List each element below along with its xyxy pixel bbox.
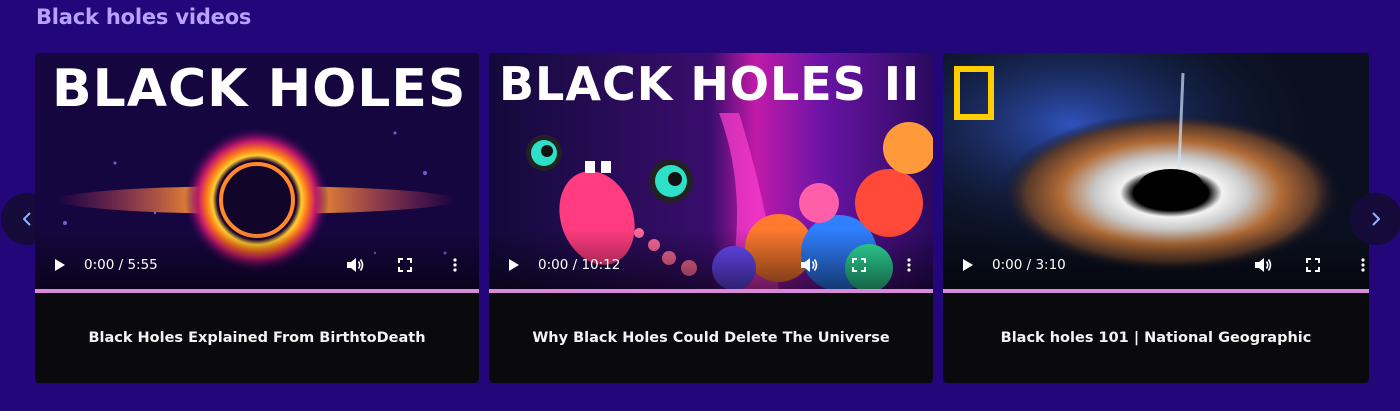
video-caption: Black holes 101 | National Geographic	[1000, 330, 1312, 346]
volume-button[interactable]	[800, 256, 818, 274]
video-caption: Why Black Holes Could Delete The Univers…	[532, 330, 890, 346]
fullscreen-icon	[398, 258, 412, 272]
fullscreen-icon	[1306, 258, 1320, 272]
video-time: 0:00 / 10:12	[538, 257, 621, 273]
thumbnail-title: BLACK HOLES II	[499, 57, 921, 111]
volume-icon	[801, 258, 818, 272]
video-caption: Black Holes Explained From BirthtoDeath	[88, 330, 426, 346]
volume-button[interactable]	[1254, 256, 1272, 274]
more-vertical-icon	[907, 258, 911, 272]
video-player[interactable]: 0:00 / 3:10	[943, 53, 1369, 289]
fullscreen-button[interactable]	[850, 256, 868, 274]
more-vertical-icon	[1361, 258, 1365, 272]
play-icon	[963, 259, 973, 271]
more-options-button[interactable]	[1354, 256, 1369, 274]
play-button[interactable]	[507, 258, 521, 272]
video-time: 0:00 / 5:55	[84, 257, 158, 273]
volume-icon	[347, 258, 364, 272]
more-vertical-icon	[453, 258, 457, 272]
volume-icon	[1255, 258, 1272, 272]
play-button[interactable]	[961, 258, 975, 272]
play-icon	[509, 259, 519, 271]
more-options-button[interactable]	[900, 256, 918, 274]
video-card: BLACK HOLES 0:00 / 5:55 Black Holes Expl…	[35, 53, 479, 383]
more-options-button[interactable]	[446, 256, 464, 274]
video-controls: 0:00 / 3:10	[943, 253, 1369, 277]
fullscreen-button[interactable]	[1304, 256, 1322, 274]
volume-button[interactable]	[346, 256, 364, 274]
video-card: BLACK HOLES II 0:00 / 10:12 Why Black Ho…	[489, 53, 933, 383]
play-icon	[55, 259, 65, 271]
video-player[interactable]: BLACK HOLES 0:00 / 5:55	[35, 53, 479, 289]
video-controls: 0:00 / 10:12	[489, 253, 933, 277]
section-title: Black holes videos	[36, 5, 252, 29]
fullscreen-icon	[852, 258, 866, 272]
chevron-left-icon	[23, 212, 31, 226]
video-controls: 0:00 / 5:55	[35, 253, 479, 277]
play-button[interactable]	[53, 258, 67, 272]
thumbnail-title: BLACK HOLES	[52, 59, 467, 119]
video-time: 0:00 / 3:10	[992, 257, 1066, 273]
carousel-next-button[interactable]	[1350, 193, 1400, 245]
chevron-right-icon	[1372, 212, 1380, 226]
video-player[interactable]: BLACK HOLES II 0:00 / 10:12	[489, 53, 933, 289]
video-card: 0:00 / 3:10 Black holes 101 | National G…	[943, 53, 1369, 383]
fullscreen-button[interactable]	[396, 256, 414, 274]
